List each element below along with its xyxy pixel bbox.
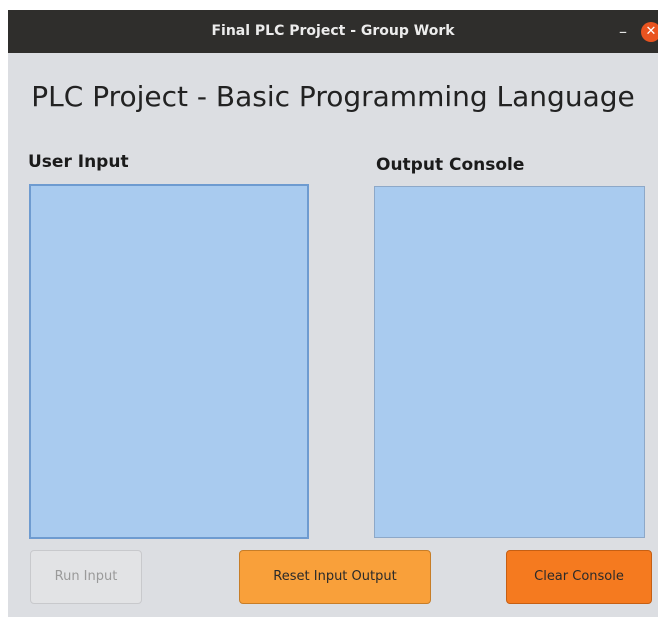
app-window: Final PLC Project - Group Work – ✕ PLC P… (8, 10, 658, 617)
close-icon[interactable]: ✕ (641, 22, 658, 42)
user-input-label: User Input (28, 152, 129, 172)
user-input-textarea[interactable] (29, 184, 309, 539)
clear-console-button[interactable]: Clear Console (506, 550, 652, 604)
reset-input-output-button[interactable]: Reset Input Output (239, 550, 431, 604)
page-title: PLC Project - Basic Programming Language (31, 80, 635, 113)
title-bar[interactable]: Final PLC Project - Group Work – ✕ (8, 10, 658, 53)
minimize-icon[interactable]: – (613, 10, 633, 53)
window-title: Final PLC Project - Group Work (211, 23, 455, 39)
output-console-label: Output Console (376, 155, 525, 175)
output-console-area (374, 186, 645, 538)
run-input-button[interactable]: Run Input (30, 550, 142, 604)
